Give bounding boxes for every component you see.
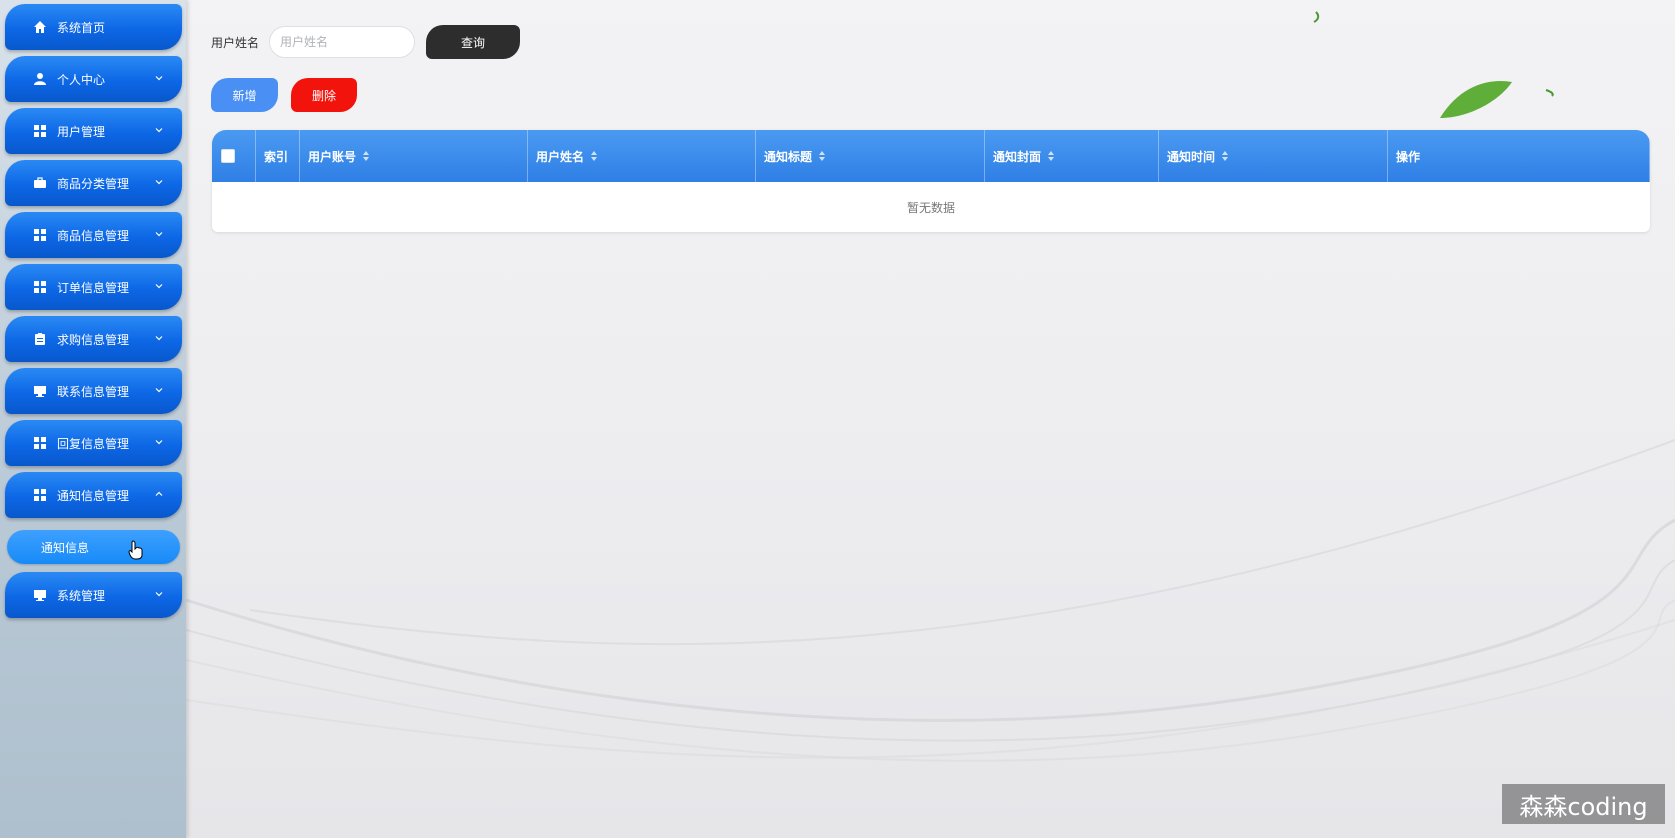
briefcase-icon <box>33 176 47 190</box>
sidebar-item-9[interactable]: 回复信息管理 <box>5 420 182 466</box>
sidebar-item-3[interactable]: 用户管理 <box>5 108 182 154</box>
chevron-down-icon <box>154 176 164 186</box>
sort-icon[interactable] <box>1047 150 1055 162</box>
sidebar-item-2[interactable]: 个人中心 <box>5 56 182 102</box>
sidebar-subitem-label: 通知信息 <box>41 540 90 555</box>
sidebar-item-4[interactable]: 商品分类管理 <box>5 160 182 206</box>
delete-button[interactable]: 删除 <box>291 78 357 112</box>
add-button[interactable]: 新增 <box>211 78 278 112</box>
monitor-icon <box>33 588 47 602</box>
query-button[interactable]: 查询 <box>426 25 520 59</box>
grid-icon <box>33 228 47 242</box>
grid-icon <box>33 436 47 450</box>
column-header-label: 索引 <box>264 149 289 164</box>
chevron-up-icon <box>154 488 164 498</box>
column-header-label: 通知标题 <box>764 149 813 164</box>
sidebar-item-label: 系统管理 <box>57 588 106 603</box>
select-all-checkbox[interactable] <box>221 149 235 163</box>
sidebar: 系统首页个人中心用户管理商品分类管理 商品信息管理 订单信息管理 求购信息管理 联系信息… <box>0 0 186 838</box>
leaf-icon <box>1313 11 1554 118</box>
sidebar-item-label: 求购信息管理 <box>57 332 130 347</box>
background <box>0 0 1675 838</box>
chevron-down-icon <box>154 384 164 394</box>
hand-cursor-icon <box>128 540 144 564</box>
column-header-label: 操作 <box>1396 149 1421 164</box>
empty-state: 暂无数据 <box>906 200 955 215</box>
column-header-label: 通知时间 <box>1167 149 1216 164</box>
sidebar-item-6[interactable]: 订单信息管理 <box>5 264 182 310</box>
sidebar-item-label: 回复信息管理 <box>57 436 130 451</box>
chevron-down-icon <box>154 332 164 342</box>
table-header: 索引 用户账号 用户姓名 通知标题 通知封面 通知时间 操作 <box>212 130 1650 182</box>
search-label: 用户姓名 <box>211 36 260 50</box>
sort-icon[interactable] <box>1221 150 1229 162</box>
grid-icon <box>33 488 47 502</box>
sort-icon[interactable] <box>362 150 370 162</box>
background-waves <box>185 11 1675 762</box>
sidebar-item-7[interactable]: 求购信息管理 <box>5 316 182 362</box>
sidebar-item-label: 订单信息管理 <box>57 280 130 295</box>
sidebar-item-label: 商品信息管理 <box>57 228 130 243</box>
grid-icon <box>33 124 47 138</box>
user-icon <box>33 72 47 86</box>
sort-icon[interactable] <box>818 150 826 162</box>
data-table: 索引 用户账号 用户姓名 通知标题 通知封面 通知时间 操作 暂无数据 <box>212 130 1650 232</box>
sidebar-item-5[interactable]: 商品信息管理 <box>5 212 182 258</box>
select-all-cell <box>212 130 256 182</box>
sidebar-item-11[interactable]: 系统管理 <box>5 572 182 618</box>
chevron-down-icon <box>154 72 164 82</box>
sidebar-subitem-notice[interactable]: 通知信息 <box>7 530 180 564</box>
column-header-label: 用户账号 <box>308 149 357 164</box>
column-header-6[interactable]: 通知时间 <box>1159 130 1388 182</box>
column-header-1: 索引 <box>256 130 300 182</box>
sidebar-item-label: 商品分类管理 <box>57 176 130 191</box>
chevron-down-icon <box>154 436 164 446</box>
chevron-down-icon <box>154 228 164 238</box>
column-header-label: 通知封面 <box>993 149 1042 164</box>
sidebar-item-10[interactable]: 通知信息管理 <box>5 472 182 518</box>
sidebar-item-label: 通知信息管理 <box>57 488 130 503</box>
chevron-down-icon <box>154 280 164 290</box>
search-input[interactable] <box>269 26 415 58</box>
chevron-down-icon <box>154 588 164 598</box>
sidebar-item-label: 个人中心 <box>57 72 106 87</box>
grid-icon <box>33 280 47 294</box>
monitor-icon <box>33 384 47 398</box>
column-header-label: 用户姓名 <box>536 149 585 164</box>
sidebar-item-label: 联系信息管理 <box>57 384 130 399</box>
home-icon <box>33 20 47 34</box>
column-header-7: 操作 <box>1388 130 1650 182</box>
column-header-5[interactable]: 通知封面 <box>985 130 1159 182</box>
sort-icon[interactable] <box>590 150 598 162</box>
sidebar-item-label: 用户管理 <box>57 124 106 139</box>
sidebar-item-1[interactable]: 系统首页 <box>5 4 182 50</box>
column-header-2[interactable]: 用户账号 <box>300 130 528 182</box>
clipboard-icon <box>33 332 47 346</box>
column-header-3[interactable]: 用户姓名 <box>528 130 756 182</box>
sidebar-item-8[interactable]: 联系信息管理 <box>5 368 182 414</box>
column-header-4[interactable]: 通知标题 <box>756 130 985 182</box>
sidebar-item-label: 系统首页 <box>57 20 106 35</box>
watermark: 森森coding <box>1502 784 1665 824</box>
chevron-down-icon <box>154 124 164 134</box>
